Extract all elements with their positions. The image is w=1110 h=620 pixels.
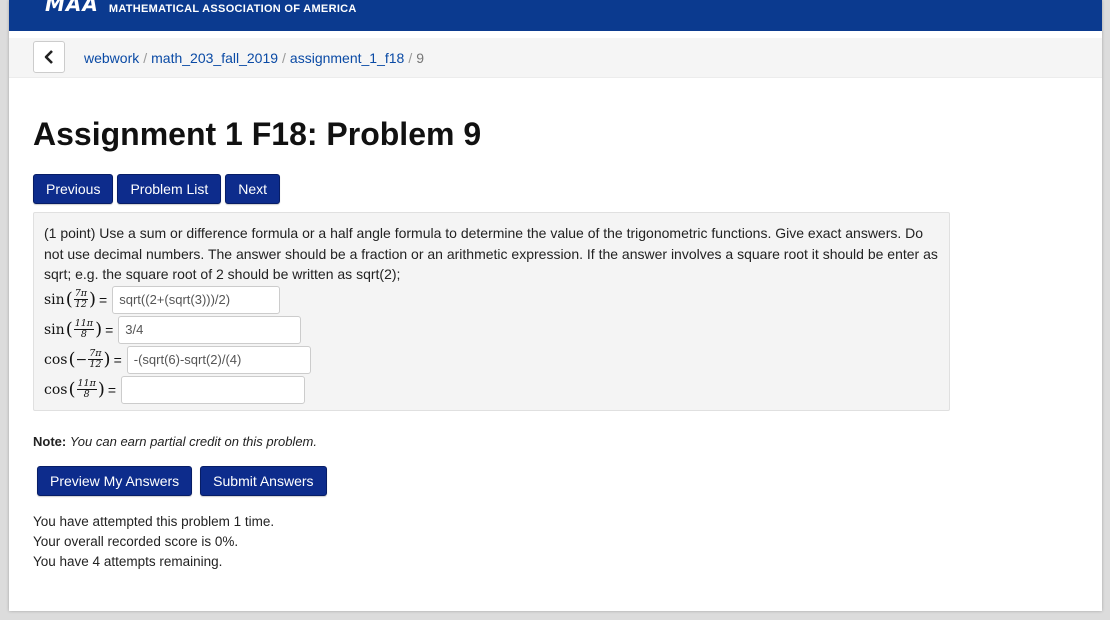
answer-row-1: sin(7π 12) =: [44, 285, 939, 315]
org-name: MATHEMATICAL ASSOCIATION OF AMERICA: [108, 2, 357, 15]
breadcrumb-course[interactable]: math_203_fall_2019: [151, 50, 278, 66]
previous-button[interactable]: Previous: [33, 174, 114, 204]
chevron-left-icon: [44, 50, 53, 64]
note-text: You can earn partial credit on this prob…: [69, 434, 317, 449]
answer-row-3: cos(−7π 12) =: [44, 345, 939, 375]
problem-list-button[interactable]: Problem List: [117, 174, 222, 204]
back-button[interactable]: [33, 41, 65, 73]
top-banner: MAA MATHEMATICAL ASSOCIATION OF AMERICA: [9, 0, 1102, 31]
note-label: Note:: [33, 434, 67, 449]
answer-row-2: sin(11π 8) =: [44, 315, 939, 345]
score-line: Your overall recorded score is 0%.: [33, 534, 239, 549]
breadcrumb-assignment[interactable]: assignment_1_f18: [290, 50, 404, 66]
answer-input-3[interactable]: [126, 345, 311, 374]
problem-box: (1 point) Use a sum or difference formul…: [33, 212, 950, 411]
problem-text: (1 point) Use a sum or difference formul…: [44, 225, 938, 282]
breadcrumb-bar: webwork / math_203_fall_2019/assignment_1_…: [9, 38, 1102, 78]
attempts-line: You have attempted this problem 1 time.: [33, 514, 275, 529]
answer-row-4: cos(11π 8) =: [44, 375, 939, 405]
attempt-status: You have attempted this problem 1 time. …: [33, 512, 274, 572]
answer-input-1[interactable]: [112, 285, 281, 314]
logo-mark: MAA: [45, 0, 99, 16]
breadcrumb-current: 9: [416, 50, 425, 66]
next-button[interactable]: Next: [225, 174, 281, 204]
preview-answers-button[interactable]: Preview My Answers: [37, 466, 193, 496]
problem-nav: Previous Problem List Next: [33, 174, 281, 204]
math-expression-3: cos(−7π 12) =: [44, 348, 122, 370]
maa-logo[interactable]: MAA MATHEMATICAL ASSOCIATION OF AMERICA: [45, 0, 357, 16]
math-expression-1: sin(7π 12) =: [44, 288, 108, 310]
submit-answers-button[interactable]: Submit Answers: [200, 466, 327, 496]
math-expression-4: cos(11π 8) =: [44, 378, 117, 400]
page-title: Assignment 1 F18: Problem 9: [33, 116, 482, 152]
partial-credit-note: Note: You can earn partial credit on thi…: [33, 434, 317, 449]
remaining-line: You have 4 attempts remaining.: [33, 554, 223, 569]
answer-actions: Preview My Answers Submit Answers: [37, 466, 327, 496]
breadcrumb: webwork / math_203_fall_2019/assignment_1_…: [84, 50, 425, 66]
answer-input-4[interactable]: [121, 375, 306, 404]
page-frame: MAA MATHEMATICAL ASSOCIATION OF AMERICA …: [9, 0, 1102, 611]
answer-input-2[interactable]: [118, 315, 302, 344]
breadcrumb-webwork[interactable]: webwork: [84, 50, 139, 66]
math-expression-2: sin(11π 8) =: [44, 318, 114, 340]
